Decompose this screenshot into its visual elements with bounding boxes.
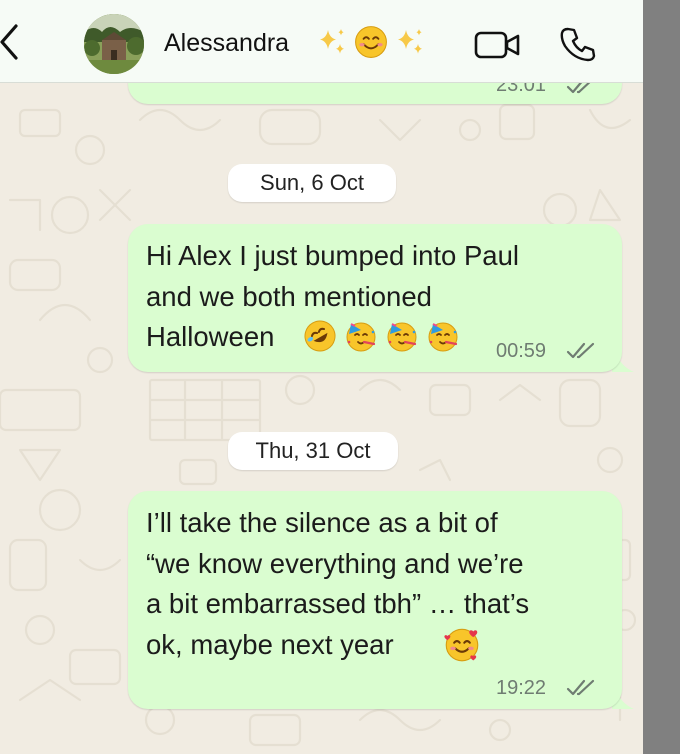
smiling-face-icon [355, 26, 387, 58]
chat-header: Alessandra [0, 0, 643, 83]
message-line: Halloween [146, 321, 275, 352]
message-time: 19:22 [496, 677, 547, 699]
avatar[interactable] [84, 14, 144, 74]
date-label: Sun, 6 Oct [260, 170, 364, 195]
message-line: Hi Alex I just bumped into Paul [146, 240, 519, 271]
smiling-face-with-hearts-emoji-icon [444, 628, 479, 662]
date-separator: Sun, 6 Oct [228, 164, 396, 202]
rolling-on-floor-laughing-emoji-icon [304, 320, 336, 352]
read-double-check-icon [566, 679, 595, 696]
message-line: ok, maybe next year [146, 628, 394, 660]
date-separator: Thu, 31 Oct [228, 432, 398, 470]
video-camera-icon[interactable] [474, 30, 522, 60]
message-time: 00:59 [496, 340, 547, 362]
partying-face-emoji-icon [346, 322, 376, 352]
sparkles-icon [320, 29, 344, 54]
message-line: I’ll take the silence as a bit of [146, 507, 498, 538]
message-line: and we both mentioned [146, 280, 432, 312]
message-line: a bit embarrassed tbh” … that’s [146, 588, 530, 619]
phone-icon[interactable] [560, 26, 596, 62]
read-double-check-icon [566, 342, 595, 359]
chat-screen: 23:01 Sun, 6 Oct Hi Alex I just bumped i… [0, 0, 643, 754]
partying-face-emoji-icon [387, 322, 417, 352]
sparkles-icon [398, 29, 422, 54]
chevron-left-icon[interactable] [0, 22, 22, 62]
message-line: “we know everything and we’re [146, 547, 524, 579]
partying-face-emoji-icon [428, 322, 458, 352]
date-label: Thu, 31 Oct [255, 438, 371, 463]
contact-name[interactable]: Alessandra [164, 29, 289, 58]
